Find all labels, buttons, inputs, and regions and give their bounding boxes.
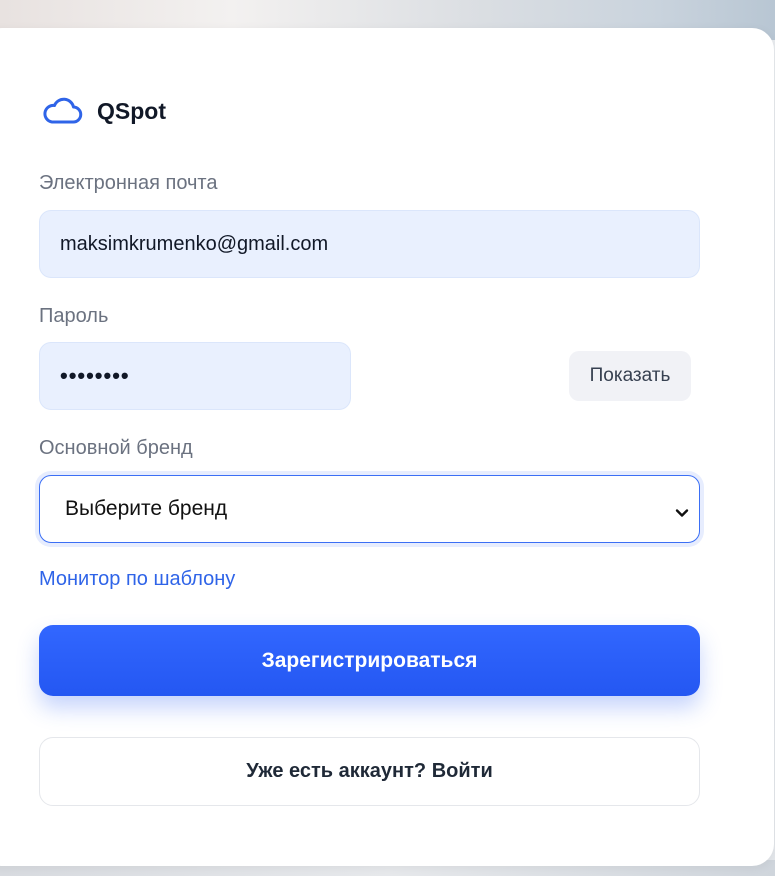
password-field[interactable]: •••••••• [39,342,351,410]
brand-select-value: Выберите бренд [65,497,228,520]
register-button[interactable]: Зарегистрироваться [39,625,700,696]
email-label: Электронная почта [39,172,218,194]
brand-select[interactable]: Выберите бренд [39,475,700,543]
email-field[interactable]: maksimkrumenko@gmail.com [39,210,700,278]
brand-name: QSpot [97,97,166,124]
cloud-icon [41,97,83,125]
show-password-button[interactable]: Показать [569,351,691,401]
brand-select-label: Основной бренд [39,437,193,459]
template-monitor-link[interactable]: Монитор по шаблону [39,568,235,591]
password-value: •••••••• [60,363,130,388]
email-value: maksimkrumenko@gmail.com [60,232,329,255]
brand-header: QSpot [41,94,166,128]
chevron-down-icon [675,502,689,517]
login-button[interactable]: Уже есть аккаунт? Войти [39,737,700,806]
password-label: Пароль [39,305,109,327]
